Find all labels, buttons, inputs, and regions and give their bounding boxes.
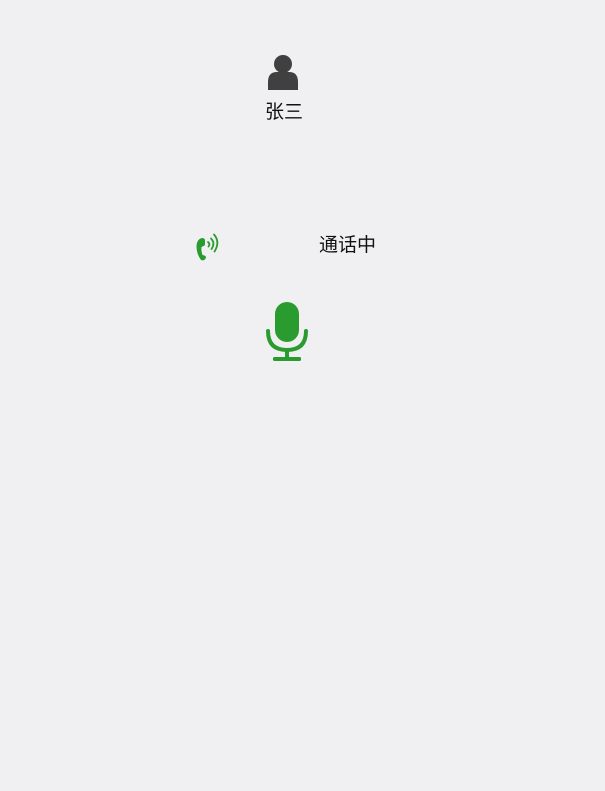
microphone-button[interactable] — [263, 300, 311, 364]
call-status-label: 通话中 — [319, 234, 377, 256]
contact-name: 张三 — [264, 101, 303, 123]
call-screen: 张三 通话中 — [0, 0, 605, 791]
phone-ringing-icon — [195, 230, 222, 261]
microphone-icon — [266, 302, 308, 361]
user-icon — [267, 54, 299, 90]
